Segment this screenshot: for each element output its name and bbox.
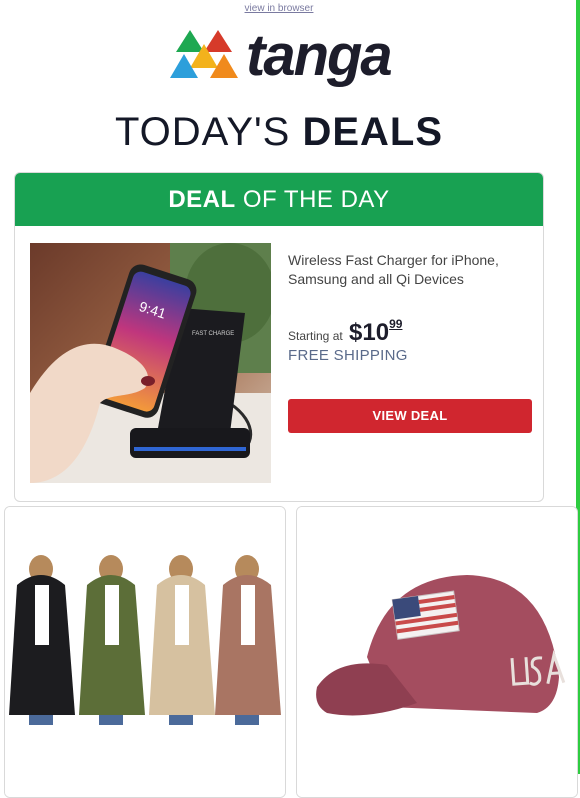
banner-rest: OF THE DAY: [235, 186, 390, 213]
banner-bold: DEAL: [168, 186, 236, 213]
cardigans-photo: [5, 507, 285, 797]
view-deal-button[interactable]: VIEW DEAL: [288, 399, 532, 433]
view-in-browser-link[interactable]: view in browser: [0, 3, 558, 14]
tanga-logo[interactable]: tanga: [170, 23, 400, 88]
product-title[interactable]: Wireless Fast Charger for iPhone, Samsun…: [288, 251, 528, 289]
headline-bold: DEALS: [302, 110, 444, 154]
page-headline: TODAY'S DEALS: [0, 110, 558, 155]
price-line: Starting at $1099: [288, 317, 403, 347]
tanga-wordmark: tanga: [246, 23, 393, 88]
wireless-charger-illustration: FAST CHARGE 9:41: [30, 243, 271, 483]
price-cents: 99: [389, 317, 403, 331]
deal-card-cardigans[interactable]: [4, 506, 286, 798]
usa-cap-photo: [297, 507, 577, 797]
price-dollars: $10: [349, 319, 390, 346]
wireless-charger-photo[interactable]: FAST CHARGE 9:41: [30, 243, 271, 483]
deal-of-the-day-banner: DEAL OF THE DAY: [15, 173, 543, 226]
svg-text:FAST CHARGE: FAST CHARGE: [192, 331, 234, 337]
shipping-label: FREE SHIPPING: [288, 347, 408, 364]
price-prefix: Starting at: [288, 329, 343, 343]
headline-light: TODAY'S: [114, 110, 303, 154]
tanga-logo-mark-icon: [170, 30, 238, 78]
deal-card-usa-cap[interactable]: [296, 506, 578, 798]
deal-of-the-day-card: DEAL OF THE DAY FAST CHARGE 9:41 Wireles…: [14, 172, 544, 502]
